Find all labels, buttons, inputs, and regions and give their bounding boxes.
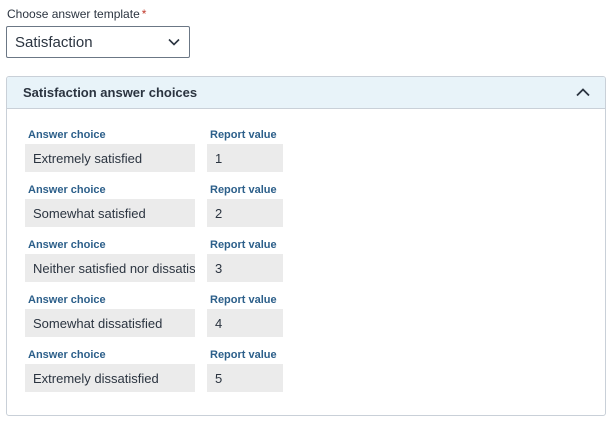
answer-choice-label: Answer choice [28,294,106,306]
answer-choice-field[interactable]: Somewhat satisfied [25,199,195,227]
answer-choices-panel-header[interactable]: Satisfaction answer choices [7,77,605,109]
report-value-field[interactable]: 5 [207,364,283,392]
answer-template-label: Choose answer template * [7,7,146,21]
panel-title: Satisfaction answer choices [23,85,198,100]
answer-choice-row: Answer choice Report value Extremely dis… [7,349,605,404]
answer-choice-row: Answer choice Report value Somewhat sati… [7,184,605,239]
report-value-field[interactable]: 4 [207,309,283,337]
report-value-label: Report value [210,294,277,306]
answer-choice-label: Answer choice [28,239,106,251]
report-value-label: Report value [210,239,277,251]
answer-template-select[interactable]: Satisfaction [6,26,190,58]
chevron-up-icon[interactable] [575,85,591,101]
answer-choice-label: Answer choice [28,129,106,141]
answer-choice-row: Answer choice Report value Somewhat diss… [7,294,605,349]
answer-choice-field[interactable]: Neither satisfied nor dissatisfied [25,254,195,282]
report-value-label: Report value [210,184,277,196]
report-value-field[interactable]: 1 [207,144,283,172]
required-marker: * [141,7,147,21]
report-value-label: Report value [210,349,277,361]
answer-template-value: Satisfaction [15,33,93,51]
answer-template-label-text: Choose answer template [7,7,140,21]
chevron-down-icon [167,35,181,49]
answer-choices-panel: Satisfaction answer choices Answer choic… [6,76,606,416]
answer-choice-row: Answer choice Report value Neither satis… [7,239,605,294]
answer-choice-label: Answer choice [28,349,106,361]
answer-choice-field[interactable]: Somewhat dissatisfied [25,309,195,337]
answer-choice-label: Answer choice [28,184,106,196]
answer-choice-field[interactable]: Extremely satisfied [25,144,195,172]
answer-choice-field[interactable]: Extremely dissatisfied [25,364,195,392]
report-value-field[interactable]: 3 [207,254,283,282]
report-value-label: Report value [210,129,277,141]
report-value-field[interactable]: 2 [207,199,283,227]
answer-choice-row: Answer choice Report value Extremely sat… [7,129,605,184]
